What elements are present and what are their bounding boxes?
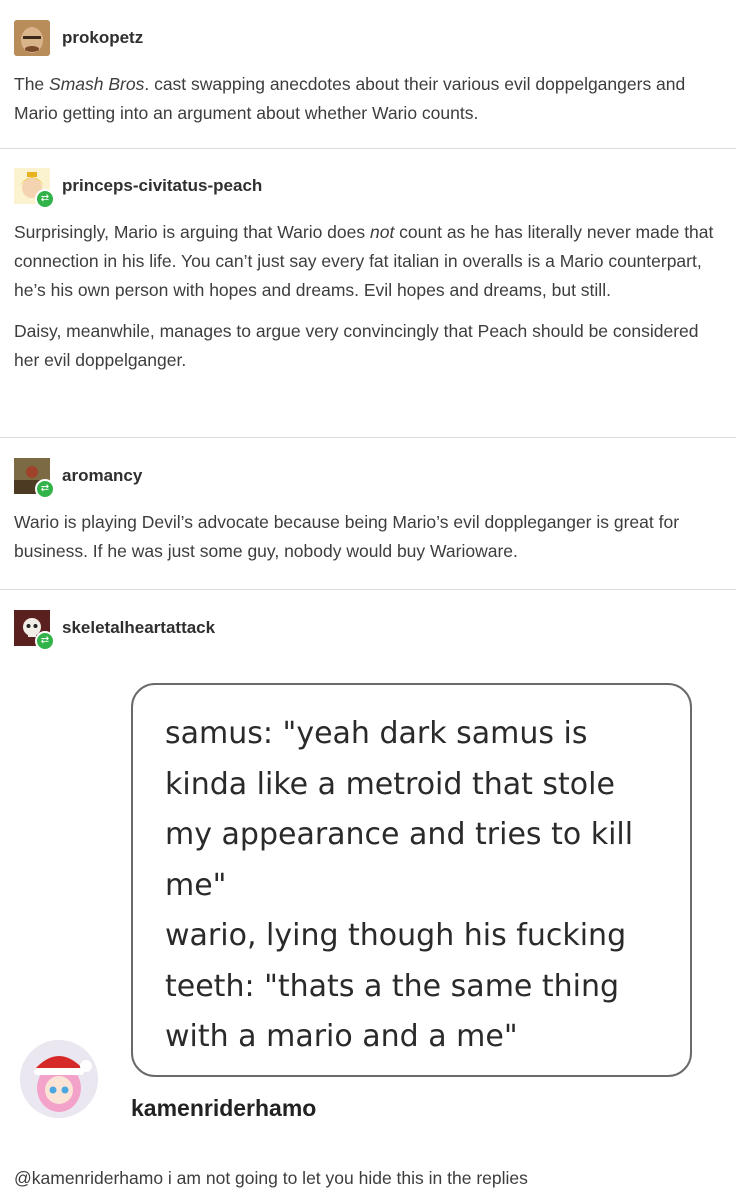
post-prokopetz: prokopetz The Smash Bros. cast swapping … [0,16,736,128]
embedded-post-bubble: samus: "yeah dark samus is kinda like a … [131,683,692,1077]
post-princeps-civitatus-peach: ⇄ princeps-civitatus-peach Surprisingly,… [0,164,736,375]
post-caption: @kamenriderhamo i am not going to let yo… [14,1168,528,1188]
username[interactable]: aromancy [62,466,142,486]
avatar-prokopetz[interactable] [14,20,50,56]
post-header: ⇄ skeletalheartattack [14,606,722,651]
embedded-username: kamenriderhamo [131,1095,317,1121]
embedded-line: kinda like a metroid that stole [165,766,615,802]
reblog-icon: ⇄ [35,479,55,499]
post-paragraph: Daisy, meanwhile, manages to argue very … [14,321,699,370]
post-header: ⇄ princeps-civitatus-peach [14,164,722,209]
divider [0,148,736,149]
reblog-icon: ⇄ [35,189,55,209]
post-skeletalheartattack: ⇄ skeletalheartattack [0,606,736,651]
post-header: prokopetz [14,16,722,60]
divider [0,437,736,438]
embedded-line: my appearance and tries to kill [165,817,634,852]
post-aromancy: ⇄ aromancy Wario is playing Devil’s advo… [0,454,736,566]
username[interactable]: princeps-civitatus-peach [62,176,262,196]
embedded-line: wario, lying though his fucking [165,918,627,953]
avatar-kamenriderhamo [20,1040,98,1118]
embedded-line: samus: "yeah dark samus is [165,716,588,751]
avatar-aromancy[interactable]: ⇄ [14,458,55,499]
post-text: Wario is playing Devil’s advocate becaus… [14,512,680,561]
post-text: The Smash Bros. cast swapping anecdotes … [14,74,686,123]
post-paragraph: Surprisingly, Mario is arguing that Wari… [14,222,714,300]
divider [0,589,736,590]
reblog-icon: ⇄ [35,631,55,651]
embedded-post-text: samus: "yeah dark samus is kinda like a … [165,709,660,1063]
avatar-princeps-civitatus-peach[interactable]: ⇄ [14,168,55,209]
post-body: Surprisingly, Mario is arguing that Wari… [14,218,722,375]
character-avatar-icon [20,1040,98,1118]
embedded-line: with a mario and a me" [165,1019,518,1054]
avatar-skeletalheartattack[interactable]: ⇄ [14,610,55,651]
embedded-line: me" [165,867,227,903]
username[interactable]: prokopetz [62,28,143,48]
embedded-line: teeth: "thats a the same thing [165,968,620,1004]
username[interactable]: skeletalheartattack [62,618,215,638]
face-avatar-icon [14,20,50,56]
post-header: ⇄ aromancy [14,454,722,499]
